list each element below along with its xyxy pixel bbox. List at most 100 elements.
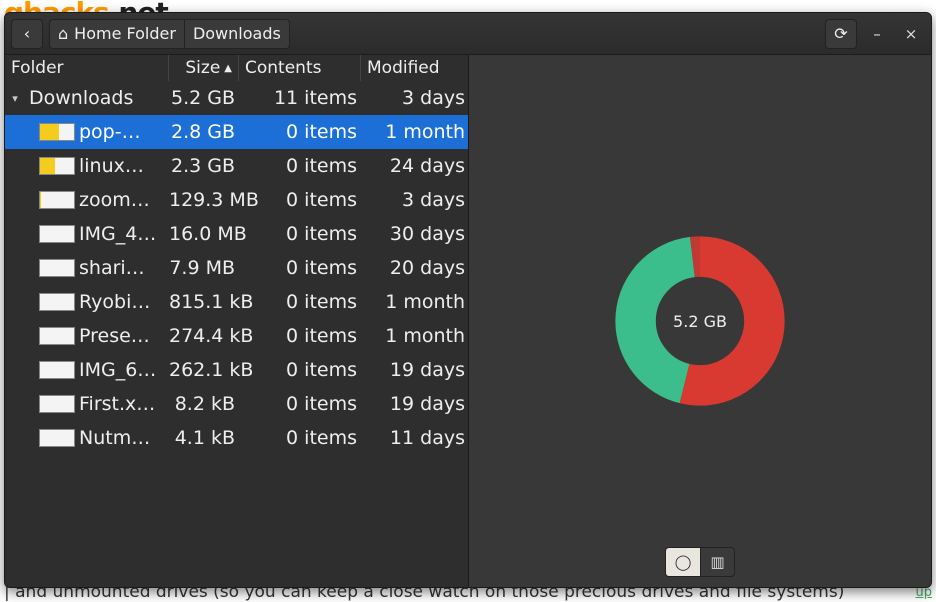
- row-name-cell: First.x…: [5, 393, 169, 415]
- column-header-size-label: Size: [185, 58, 220, 78]
- row-size: 2.8 GB: [169, 121, 239, 143]
- column-header-modified[interactable]: Modified: [361, 55, 469, 81]
- row-contents: 0 items: [239, 291, 361, 313]
- back-button[interactable]: ‹: [11, 19, 43, 49]
- size-bar: [39, 395, 75, 413]
- row-name: IMG_6…: [79, 359, 169, 381]
- sort-ascending-icon: ▲: [224, 63, 232, 74]
- size-bar: [39, 293, 75, 311]
- row-contents: 0 items: [239, 359, 361, 381]
- row-name-cell: shari…: [5, 257, 169, 279]
- path-current-label: Downloads: [193, 24, 281, 43]
- expand-arrow-icon[interactable]: ▾: [9, 92, 21, 105]
- table-row[interactable]: shari…7.9 MB0 items20 days: [5, 251, 468, 285]
- ring-chart-icon: ◯: [675, 553, 692, 571]
- column-header-contents[interactable]: Contents: [239, 55, 361, 81]
- row-contents: 0 items: [239, 121, 361, 143]
- row-name-cell: IMG_6…: [5, 359, 169, 381]
- folder-rows: ▾Downloads5.2 GB11 items3 dayspop-…2.8 G…: [5, 81, 468, 587]
- row-name: Ryobi…: [79, 291, 169, 313]
- row-size: 16.0 MB: [169, 223, 239, 245]
- table-row[interactable]: First.x…8.2 kB0 items19 days: [5, 387, 468, 421]
- row-name-cell: zoom…: [5, 189, 169, 211]
- column-header-size[interactable]: Size ▲: [169, 55, 239, 81]
- row-contents: 0 items: [239, 257, 361, 279]
- column-headers: Folder Size ▲ Contents Modified: [5, 55, 468, 81]
- row-modified: 1 month: [361, 325, 468, 347]
- row-modified: 1 month: [361, 121, 468, 143]
- home-icon: ⌂: [58, 24, 68, 43]
- column-header-folder[interactable]: Folder: [5, 55, 169, 81]
- refresh-button[interactable]: ⟳: [825, 19, 857, 49]
- chevron-left-icon: ‹: [24, 24, 30, 43]
- row-name: Nutm…: [79, 427, 169, 449]
- toolbar: ‹ ⌂ Home Folder Downloads ⟳ – ×: [5, 13, 931, 55]
- window-close-button[interactable]: ×: [897, 20, 925, 48]
- row-size: 129.3 MB: [169, 189, 239, 211]
- row-contents: 0 items: [239, 189, 361, 211]
- chart-view-toggle: ◯ ▥: [665, 547, 735, 577]
- close-icon: ×: [905, 25, 918, 43]
- chart-wrap: 5.2 GB: [469, 55, 931, 587]
- path-current-folder[interactable]: Downloads: [185, 19, 290, 49]
- row-name-cell: IMG_4…: [5, 223, 169, 245]
- row-modified: 11 days: [361, 427, 468, 449]
- table-row[interactable]: Ryobi…815.1 kB0 items1 month: [5, 285, 468, 319]
- usage-donut-chart[interactable]: 5.2 GB: [615, 236, 785, 406]
- row-modified: 1 month: [361, 291, 468, 313]
- row-modified: 3 days: [361, 87, 468, 109]
- row-name: First.x…: [79, 393, 169, 415]
- size-bar: [39, 157, 75, 175]
- size-bar: [39, 361, 75, 379]
- row-name: zoom…: [79, 189, 169, 211]
- path-home-label: Home Folder: [74, 24, 176, 43]
- table-row[interactable]: pop-…2.8 GB0 items1 month: [5, 115, 468, 149]
- row-contents: 0 items: [239, 325, 361, 347]
- table-row[interactable]: ▾ Downloads5.2 GB11 items3 days: [5, 81, 468, 115]
- row-modified: 19 days: [361, 359, 468, 381]
- treemap-icon: ▥: [710, 553, 724, 571]
- row-size: 262.1 kB: [169, 359, 239, 381]
- view-ring-chart-button[interactable]: ◯: [666, 548, 700, 576]
- size-bar: [39, 225, 75, 243]
- row-size: 7.9 MB: [169, 257, 239, 279]
- window-body: Folder Size ▲ Contents Modified ▾ Downloa…: [5, 55, 931, 587]
- minimize-icon: –: [873, 25, 881, 43]
- disk-usage-analyzer-window: ‹ ⌂ Home Folder Downloads ⟳ – × Folder: [4, 12, 932, 588]
- row-modified: 30 days: [361, 223, 468, 245]
- size-bar: [39, 327, 75, 345]
- path-bar: ⌂ Home Folder Downloads: [49, 19, 290, 49]
- table-row[interactable]: IMG_6…262.1 kB0 items19 days: [5, 353, 468, 387]
- path-home-folder[interactable]: ⌂ Home Folder: [49, 19, 185, 49]
- row-contents: 11 items: [239, 87, 361, 109]
- table-row[interactable]: IMG_4…16.0 MB0 items30 days: [5, 217, 468, 251]
- row-name-cell: linux…: [5, 155, 169, 177]
- table-row[interactable]: linux…2.3 GB0 items24 days: [5, 149, 468, 183]
- chart-panel: 5.2 GB ◯ ▥: [469, 55, 931, 587]
- row-modified: 3 days: [361, 189, 468, 211]
- row-contents: 0 items: [239, 155, 361, 177]
- folder-list-panel: Folder Size ▲ Contents Modified ▾ Downloa…: [5, 55, 469, 587]
- row-name-cell: Nutm…: [5, 427, 169, 449]
- size-bar: [39, 259, 75, 277]
- table-row[interactable]: Nutm…4.1 kB0 items11 days: [5, 421, 468, 455]
- row-contents: 0 items: [239, 427, 361, 449]
- row-name: shari…: [79, 257, 169, 279]
- row-size: 4.1 kB: [169, 427, 239, 449]
- row-contents: 0 items: [239, 223, 361, 245]
- size-bar: [39, 429, 75, 447]
- refresh-icon: ⟳: [834, 24, 847, 43]
- row-size: 8.2 kB: [169, 393, 239, 415]
- row-modified: 24 days: [361, 155, 468, 177]
- row-name: Downloads: [29, 87, 169, 109]
- donut-center-label: 5.2 GB: [615, 236, 785, 406]
- table-row[interactable]: Prese…274.4 kB0 items1 month: [5, 319, 468, 353]
- window-minimize-button[interactable]: –: [863, 20, 891, 48]
- size-bar: [39, 191, 75, 209]
- view-treemap-button[interactable]: ▥: [700, 548, 734, 576]
- size-bar: [39, 123, 75, 141]
- row-size: 5.2 GB: [169, 87, 239, 109]
- row-name: linux…: [79, 155, 169, 177]
- table-row[interactable]: zoom…129.3 MB0 items3 days: [5, 183, 468, 217]
- row-size: 274.4 kB: [169, 325, 239, 347]
